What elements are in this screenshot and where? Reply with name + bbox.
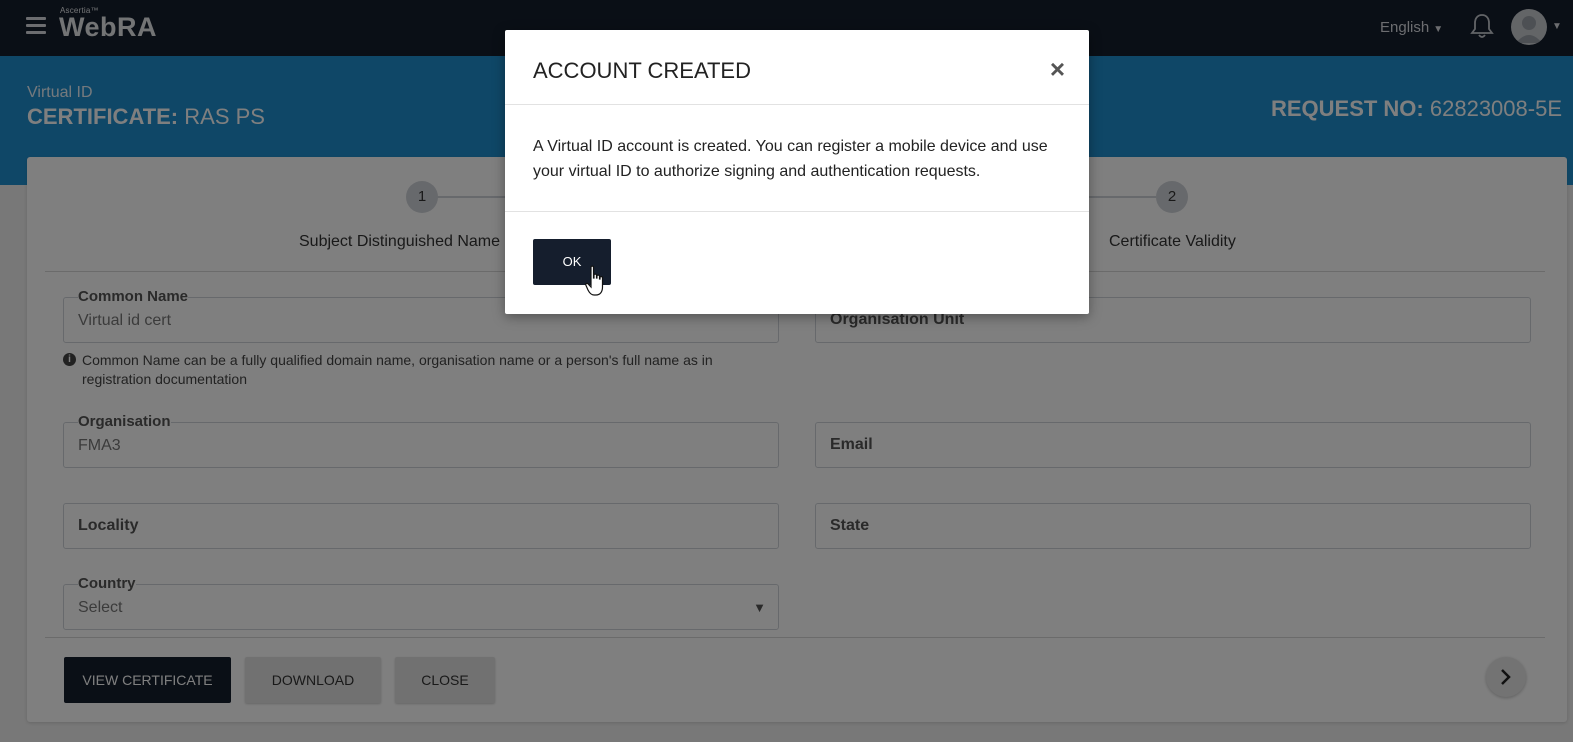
dialog-footer-divider bbox=[505, 211, 1089, 212]
dialog-title: ACCOUNT CREATED bbox=[533, 58, 751, 83]
hand-pointer-cursor-icon bbox=[585, 265, 604, 296]
dialog-header-divider bbox=[505, 104, 1089, 105]
close-icon[interactable]: × bbox=[1050, 56, 1065, 82]
dialog-message: A Virtual ID account is created. You can… bbox=[533, 138, 1048, 180]
